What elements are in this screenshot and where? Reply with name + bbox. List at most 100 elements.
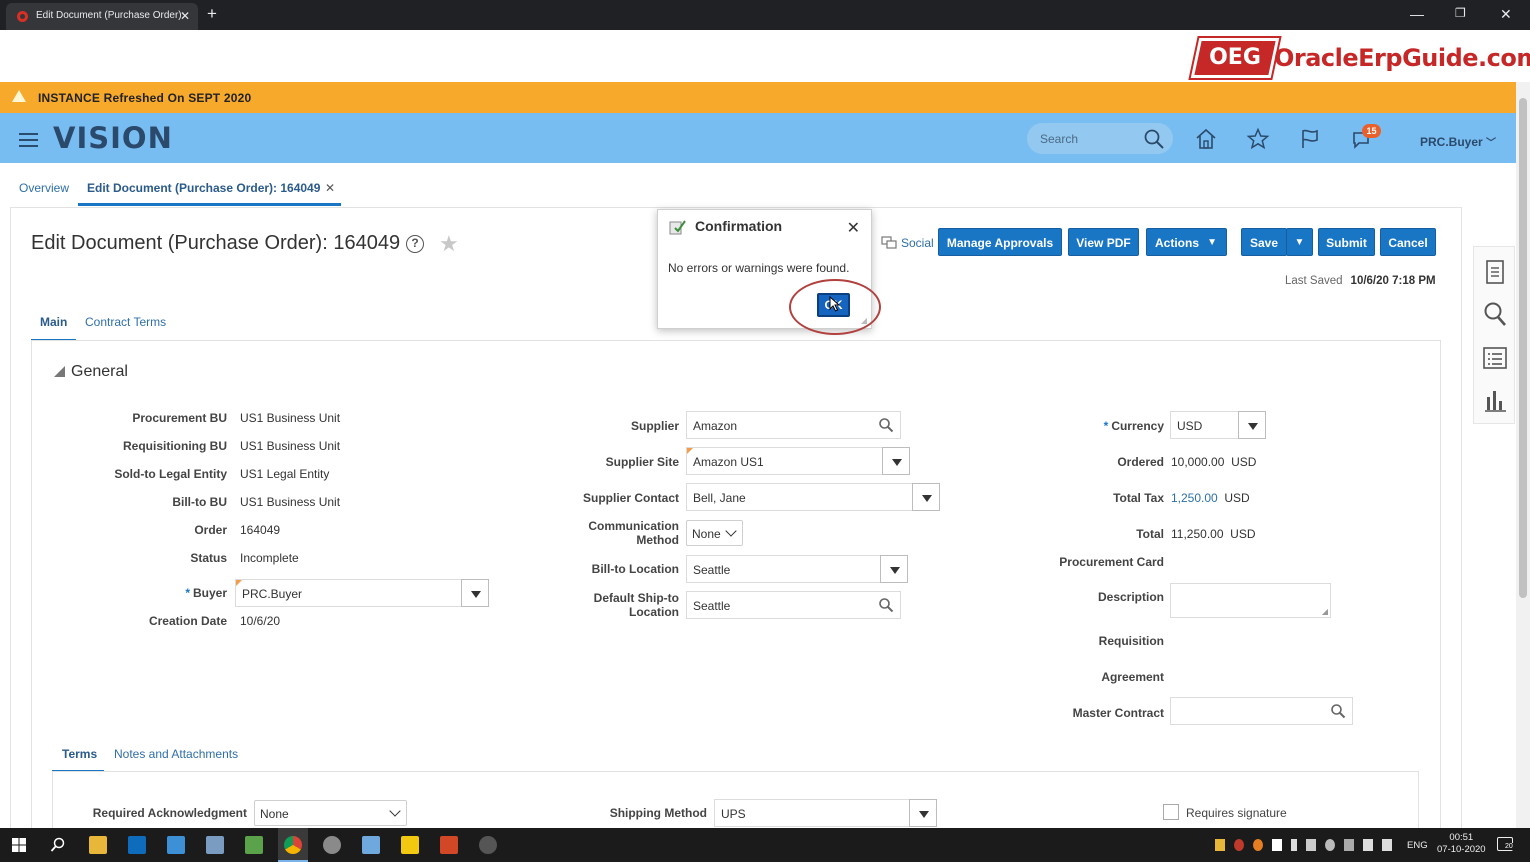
oeg-logo: OEG — [1188, 36, 1282, 80]
master-contract-field[interactable] — [1170, 697, 1353, 725]
microphone-icon[interactable] — [1291, 839, 1297, 851]
dialog-title: Confirmation — [695, 218, 783, 234]
shipping-method-value: UPS — [721, 807, 746, 821]
home-icon[interactable] — [1194, 127, 1218, 151]
save-options-dropdown-icon[interactable]: ▼ — [1286, 228, 1313, 256]
app-icon[interactable] — [323, 836, 341, 854]
tray-icon[interactable] — [1253, 839, 1263, 851]
description-textarea[interactable]: ◢ — [1170, 583, 1331, 618]
analytics-chart-icon[interactable] — [1482, 387, 1508, 413]
supplier-site-field[interactable]: Amazon US1 — [686, 447, 910, 475]
mail-icon[interactable] — [167, 836, 185, 854]
tray-icon[interactable] — [1215, 839, 1225, 851]
ship-to-location-field[interactable]: Seattle — [686, 591, 901, 619]
sticky-notes-icon[interactable] — [401, 836, 419, 854]
minimize-icon[interactable]: — — [1410, 6, 1424, 22]
resize-handle-icon[interactable]: ◢ — [861, 316, 867, 325]
collapse-triangle-icon[interactable] — [54, 366, 65, 377]
navigator-menu-icon[interactable] — [19, 133, 38, 147]
tab-main[interactable]: Main — [40, 315, 67, 329]
notepad-icon[interactable] — [245, 836, 263, 854]
supplier-field[interactable]: Amazon — [686, 411, 901, 439]
clock[interactable]: 00:51 07-10-2020 — [1437, 832, 1486, 856]
supplier-contact-field[interactable]: Bell, Jane — [686, 483, 940, 511]
restore-icon[interactable]: ❐ — [1455, 6, 1466, 20]
document-icon[interactable] — [1482, 259, 1508, 285]
warning-icon — [12, 90, 26, 102]
close-tab-icon[interactable]: ✕ — [180, 9, 190, 23]
search-icon[interactable] — [1142, 127, 1166, 151]
tray-icon[interactable] — [1306, 839, 1316, 851]
required-acknowledgment-select[interactable]: None — [254, 800, 407, 826]
favorite-star-icon[interactable]: ★ — [439, 231, 459, 257]
outlook-icon[interactable] — [128, 836, 146, 854]
watchlist-flag-icon[interactable] — [1298, 127, 1322, 151]
tray-icon[interactable] — [1344, 839, 1354, 851]
close-window-icon[interactable]: ✕ — [1500, 6, 1512, 23]
wifi-icon[interactable] — [1363, 839, 1373, 851]
shipping-method-dropdown-icon[interactable] — [909, 799, 937, 827]
app-icon[interactable] — [362, 836, 380, 854]
favorites-star-icon[interactable] — [1246, 127, 1270, 151]
save-button[interactable]: Save — [1241, 228, 1287, 256]
list-icon[interactable] — [1482, 345, 1508, 371]
active-tab-indicator — [78, 203, 341, 206]
master-contract-search-icon[interactable] — [1330, 703, 1346, 719]
close-icon[interactable]: ✕ — [847, 218, 860, 238]
total-tax-link[interactable]: 1,250.00 — [1171, 491, 1218, 505]
new-tab-button[interactable]: + — [207, 4, 217, 24]
app-icon[interactable] — [479, 836, 497, 854]
bill-to-location-field[interactable]: Seattle — [686, 555, 908, 583]
chrome-taskbar-slot[interactable] — [278, 828, 308, 862]
bill-to-location-dropdown-icon[interactable] — [880, 555, 908, 583]
supplier-contact-dropdown-icon[interactable] — [912, 483, 940, 511]
network-app-icon[interactable] — [206, 836, 224, 854]
scrollbar-thumb[interactable] — [1519, 98, 1527, 598]
communication-method-select[interactable]: None — [686, 520, 743, 546]
actions-menu-button[interactable]: Actions ▼ — [1146, 228, 1227, 256]
label-required-acknowledgment: Required Acknowledgment — [92, 806, 247, 820]
tab-terms[interactable]: Terms — [62, 747, 97, 761]
action-center-icon[interactable]: 20 — [1497, 837, 1513, 851]
shipping-method-field[interactable]: UPS — [714, 799, 937, 827]
tab-contract-terms[interactable]: Contract Terms — [85, 315, 166, 329]
currency-dropdown-icon[interactable] — [1238, 411, 1266, 439]
supplier-site-dropdown-icon[interactable] — [882, 447, 910, 475]
windows-taskbar: ENG 00:51 07-10-2020 20 — [0, 828, 1530, 862]
tray-icon[interactable] — [1234, 839, 1244, 851]
ship-to-search-icon[interactable] — [878, 597, 894, 613]
windows-start-icon[interactable] — [12, 838, 26, 852]
banner-text: INSTANCE Refreshed On SEPT 2020 — [38, 91, 252, 105]
browser-tab[interactable]: Edit Document (Purchase Order): ✕ — [6, 3, 198, 30]
supplier-search-icon[interactable] — [878, 417, 894, 433]
close-tab-icon[interactable]: ✕ — [325, 181, 335, 195]
search-panel-icon[interactable] — [1482, 301, 1508, 327]
chevron-down-icon: ﹀ — [1486, 138, 1497, 149]
value-order: 164049 — [240, 523, 281, 537]
tab-edit-document[interactable]: Edit Document (Purchase Order): 164049 — [87, 181, 320, 195]
submit-button[interactable]: Submit — [1318, 228, 1375, 256]
manage-approvals-button[interactable]: Manage Approvals — [938, 228, 1062, 256]
resize-handle-icon[interactable]: ◢ — [1322, 607, 1328, 616]
user-menu[interactable]: PRC.Buyer ﹀ — [1420, 134, 1496, 149]
cancel-button[interactable]: Cancel — [1380, 228, 1436, 256]
tab-notes-and-attachments[interactable]: Notes and Attachments — [114, 747, 238, 761]
tray-icon[interactable] — [1272, 839, 1282, 851]
requires-signature-checkbox[interactable] — [1163, 804, 1179, 820]
view-pdf-button[interactable]: View PDF — [1068, 228, 1139, 256]
volume-icon[interactable] — [1382, 839, 1392, 851]
tab-overview[interactable]: Overview — [19, 181, 69, 195]
powerpoint-icon[interactable] — [440, 836, 458, 854]
taskbar-search-icon[interactable] — [50, 837, 66, 853]
buyer-dropdown-icon[interactable] — [461, 579, 489, 607]
help-icon[interactable]: ? — [406, 235, 424, 253]
section-border — [52, 772, 53, 828]
label-requisition: Requisition — [1098, 634, 1164, 648]
buyer-field[interactable]: PRC.Buyer — [235, 579, 489, 607]
social-button[interactable]: Social — [881, 236, 934, 250]
file-explorer-icon[interactable] — [89, 836, 107, 854]
tray-icon[interactable] — [1325, 839, 1335, 851]
page-scrollbar[interactable] — [1516, 82, 1530, 828]
currency-field[interactable]: USD — [1170, 411, 1266, 439]
input-language[interactable]: ENG — [1407, 840, 1428, 851]
